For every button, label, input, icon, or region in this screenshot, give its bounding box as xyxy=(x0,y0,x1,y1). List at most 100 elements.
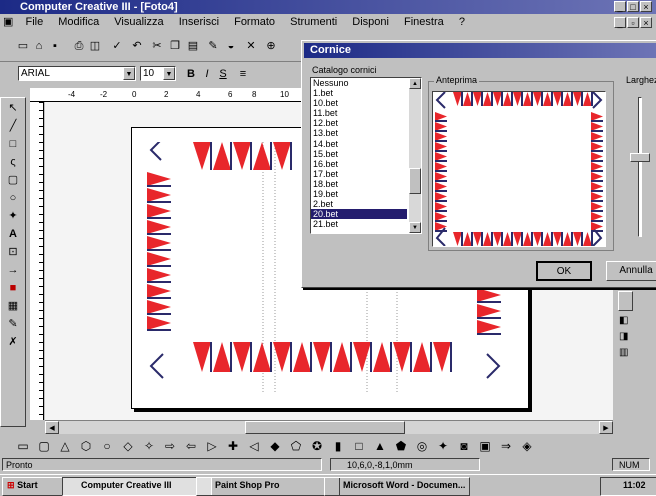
shape-icon[interactable]: △ xyxy=(56,438,74,454)
shape-icon[interactable]: ▲ xyxy=(371,438,389,454)
shape-icon[interactable]: ◈ xyxy=(518,438,536,454)
catalog-item[interactable]: 11.bet xyxy=(311,108,407,118)
shape-icon[interactable]: ⇨ xyxy=(161,438,179,454)
menu-help[interactable]: ? xyxy=(453,14,471,30)
pointer-icon[interactable]: ↖ xyxy=(4,100,22,117)
shape-icon[interactable]: ▷ xyxy=(203,438,221,454)
bucket-icon[interactable]: ◒ xyxy=(224,39,238,53)
catalog-item[interactable]: 10.bet xyxy=(311,98,407,108)
catalog-item[interactable]: 19.bet xyxy=(311,189,407,199)
brush-icon[interactable]: ✎ xyxy=(206,39,220,53)
zoom-toolbar-icon[interactable]: ⊕ xyxy=(264,39,278,53)
shape-icon[interactable]: ✧ xyxy=(140,438,158,454)
shape-icon[interactable]: □ xyxy=(350,438,368,454)
polyline-icon[interactable]: ς xyxy=(4,154,22,171)
menu-disponi[interactable]: Disponi xyxy=(346,14,395,30)
shape-icon[interactable]: ◆ xyxy=(266,438,284,454)
doc-close-button[interactable]: × xyxy=(640,17,652,28)
close-button[interactable]: × xyxy=(640,1,652,12)
scroll-thumb[interactable] xyxy=(618,291,633,311)
catalog-item[interactable]: 18.bet xyxy=(311,179,407,189)
text-icon[interactable]: A xyxy=(4,226,22,243)
catalog-item[interactable]: 2.bet xyxy=(311,199,407,209)
chevron-down-icon[interactable]: ▼ xyxy=(163,67,175,80)
shape-icon[interactable]: ◙ xyxy=(455,438,473,454)
maximize-button[interactable]: □ xyxy=(627,1,639,12)
square-icon[interactable]: ▢ xyxy=(4,172,22,189)
shape-icon[interactable]: ▭ xyxy=(14,438,32,454)
catalog-item[interactable]: 14.bet xyxy=(311,139,407,149)
size-select[interactable]: 10 ▼ xyxy=(140,66,176,81)
fill-icon[interactable]: ■ xyxy=(4,280,22,297)
ok-button[interactable]: OK xyxy=(536,261,592,281)
pencil-icon[interactable]: ✎ xyxy=(4,316,22,333)
line-icon[interactable]: ╱ xyxy=(4,118,22,135)
shape-icon[interactable]: ⇒ xyxy=(497,438,515,454)
shape-icon[interactable]: ◎ xyxy=(413,438,431,454)
new-icon[interactable]: ▭ xyxy=(16,39,30,53)
shape-icon[interactable]: ▣ xyxy=(476,438,494,454)
zoom-icon[interactable]: ⊡ xyxy=(4,244,22,261)
underline-icon[interactable]: S xyxy=(216,67,230,81)
shape-icon[interactable]: ⬡ xyxy=(77,438,95,454)
print-icon[interactable]: ⎙ xyxy=(72,39,86,53)
catalog-item[interactable]: 17.bet xyxy=(311,169,407,179)
shape-icon[interactable]: ◇ xyxy=(119,438,137,454)
menu-strumenti[interactable]: Strumenti xyxy=(284,14,343,30)
shape-icon[interactable]: ◁ xyxy=(245,438,263,454)
scroll-right-button[interactable]: ▶ xyxy=(599,421,613,434)
star-icon[interactable]: ✦ xyxy=(4,208,22,225)
menu-visualizza[interactable]: Visualizza xyxy=(108,14,169,30)
shape-icon[interactable]: ⇦ xyxy=(182,438,200,454)
minimize-button[interactable]: _ xyxy=(614,1,626,12)
vertical-scrollbar[interactable]: ◧ ◨ ▥ xyxy=(616,285,636,420)
frame-catalog-list[interactable]: Nessuno 1.bet 10.bet 11.bet 12.bet 13.bet 14.b… xyxy=(310,77,422,234)
slider-thumb[interactable] xyxy=(630,153,650,162)
list-scrollbar[interactable]: ▲ ▼ xyxy=(409,78,421,233)
catalog-item[interactable]: 12.bet xyxy=(311,118,407,128)
catalog-item[interactable]: 21.bet xyxy=(311,219,407,229)
shape-icon[interactable]: ✪ xyxy=(308,438,326,454)
open-icon[interactable]: ⌂ xyxy=(32,39,46,53)
catalog-item[interactable]: 15.bet xyxy=(311,149,407,159)
shape-icon[interactable]: ⬟ xyxy=(392,438,410,454)
shape-icon[interactable]: ▢ xyxy=(35,438,53,454)
image-icon[interactable]: ▦ xyxy=(4,298,22,315)
shape-icon[interactable]: ○ xyxy=(98,438,116,454)
eraser-icon[interactable]: ✗ xyxy=(4,334,22,351)
font-select[interactable]: ARIAL ▼ xyxy=(18,66,136,81)
scroll-left-button[interactable]: ◀ xyxy=(45,421,59,434)
arrow-icon[interactable]: → xyxy=(4,262,22,279)
bold-icon[interactable]: B xyxy=(184,67,198,81)
rectangle-icon[interactable]: □ xyxy=(4,136,22,153)
cut-icon[interactable]: ✂ xyxy=(150,39,164,53)
catalog-item[interactable]: Nessuno xyxy=(311,78,407,88)
cancel-button[interactable]: Annulla xyxy=(606,261,656,281)
shape-icon[interactable]: ✦ xyxy=(434,438,452,454)
task-computer-creative[interactable]: Computer Creative III xyxy=(62,477,212,496)
width-slider[interactable] xyxy=(628,97,652,237)
menu-finestra[interactable]: Finestra xyxy=(398,14,450,30)
list-scroll-thumb[interactable] xyxy=(409,168,421,194)
hscroll-thumb[interactable] xyxy=(245,421,405,434)
paste-icon[interactable]: ▤ xyxy=(186,39,200,53)
menu-file[interactable]: File xyxy=(19,14,49,30)
shape-icon[interactable]: ⬠ xyxy=(287,438,305,454)
copy-icon[interactable]: ❐ xyxy=(168,39,182,53)
shape-icon[interactable]: ▮ xyxy=(329,438,347,454)
task-microsoft-word[interactable]: Microsoft Word - Documen... xyxy=(324,477,470,496)
catalog-item[interactable]: 20.bet xyxy=(311,209,407,220)
menu-inserisci[interactable]: Inserisci xyxy=(173,14,225,30)
catalog-item[interactable]: 16.bet xyxy=(311,159,407,169)
catalog-item[interactable]: 1.bet xyxy=(311,88,407,98)
list-scroll-down[interactable]: ▼ xyxy=(409,222,421,233)
doc-minimize-button[interactable]: _ xyxy=(614,17,626,28)
horizontal-scrollbar[interactable]: ◀ ▶ xyxy=(45,420,613,434)
task-paint-shop-pro[interactable]: Paint Shop Pro xyxy=(196,477,340,496)
ellipse-icon[interactable]: ○ xyxy=(4,190,22,207)
shape-icon[interactable]: ✚ xyxy=(224,438,242,454)
doc-restore-button[interactable]: ▫ xyxy=(627,17,639,28)
menu-formato[interactable]: Formato xyxy=(228,14,281,30)
undo-icon[interactable]: ↶ xyxy=(130,39,144,53)
print-preview-icon[interactable]: ◫ xyxy=(88,39,102,53)
